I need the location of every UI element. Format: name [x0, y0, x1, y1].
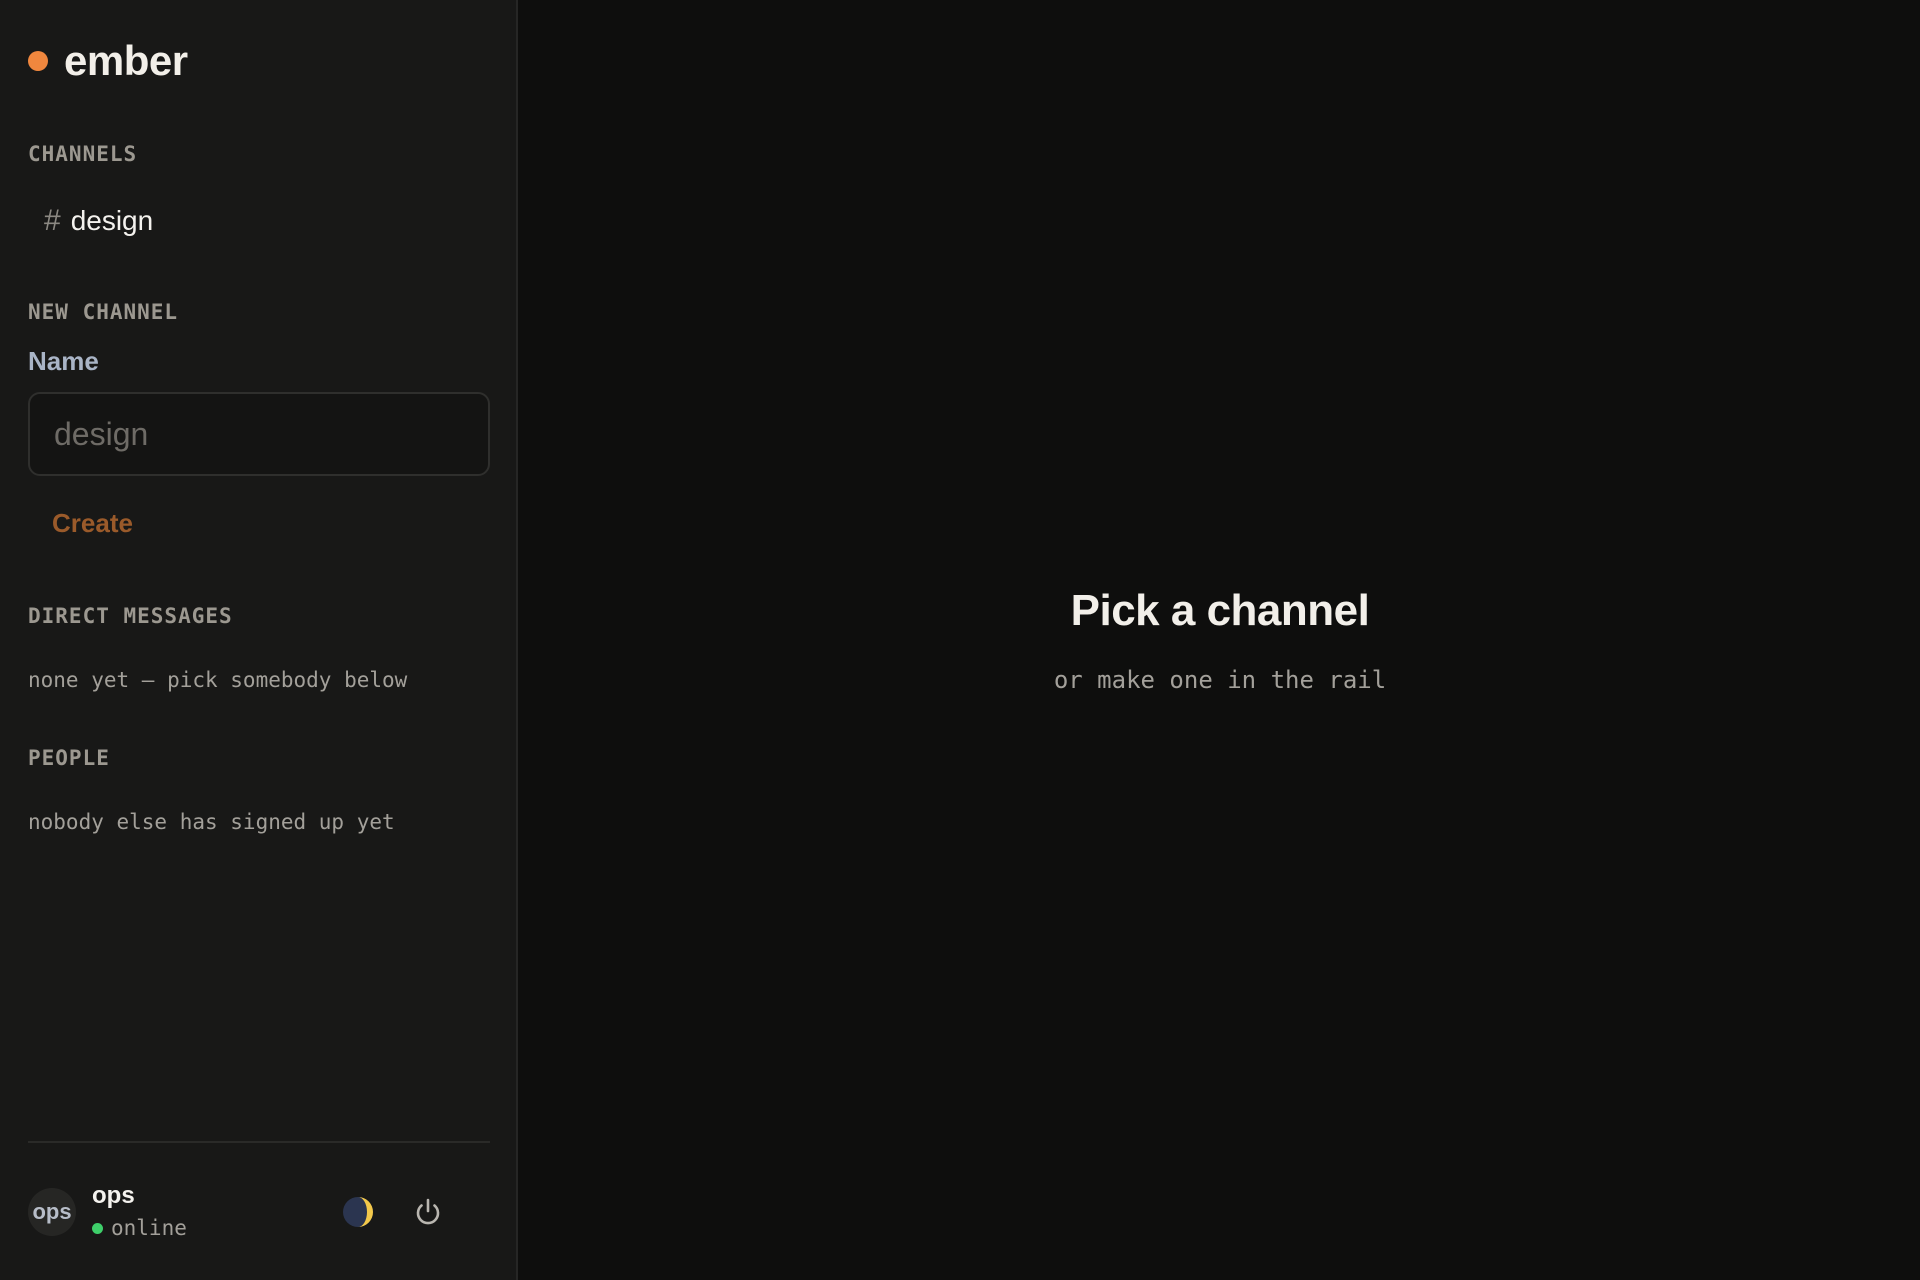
moon-sun-icon: [343, 1197, 373, 1227]
theme-toggle-button[interactable]: [340, 1194, 376, 1230]
create-channel-button[interactable]: Create: [28, 500, 157, 546]
main-panel: Pick a channel or make one in the rail: [520, 0, 1920, 1280]
status-text: online: [111, 1216, 187, 1240]
channel-name-label: Name: [28, 346, 99, 376]
power-icon: [416, 1198, 440, 1225]
new-channel-heading: NEW CHANNEL: [28, 300, 179, 324]
app-root: ember CHANNELS # design NEW CHANNEL Name…: [0, 0, 1920, 1280]
empty-state-title: Pick a channel: [1070, 586, 1370, 635]
sidebar: ember CHANNELS # design NEW CHANNEL Name…: [0, 0, 518, 1280]
avatar[interactable]: ops: [28, 1188, 76, 1236]
user-status: online: [92, 1216, 187, 1240]
direct-messages-heading: DIRECT MESSAGES: [28, 604, 233, 628]
brand-name: ember: [64, 37, 188, 84]
current-user: ops ops online: [28, 1176, 490, 1246]
channel-item-design[interactable]: # design: [28, 196, 490, 246]
brand: ember: [28, 36, 188, 86]
people-heading: PEOPLE: [28, 746, 110, 770]
people-empty-text: nobody else has signed up yet: [28, 810, 395, 834]
user-name: ops: [92, 1182, 135, 1209]
logout-button[interactable]: [410, 1194, 446, 1230]
hash-icon: #: [44, 204, 61, 237]
sidebar-divider: [28, 1141, 490, 1143]
online-dot-icon: [92, 1222, 103, 1234]
channels-heading: CHANNELS: [28, 142, 138, 166]
channel-name: design: [70, 205, 154, 236]
direct-messages-empty-text: none yet — pick somebody below: [28, 668, 408, 692]
empty-state-subtitle: or make one in the rail: [1053, 666, 1387, 694]
channel-name-input[interactable]: [28, 392, 490, 476]
brand-dot-icon: [28, 51, 48, 71]
